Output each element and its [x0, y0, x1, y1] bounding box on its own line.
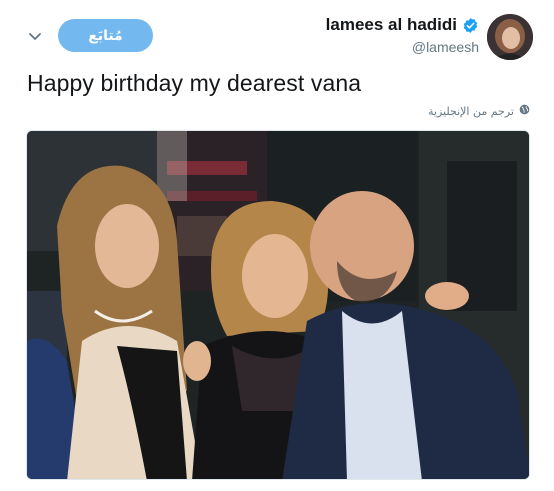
- display-name[interactable]: lamees al hadidi: [326, 15, 457, 35]
- tweet-text: Happy birthday my dearest vana: [27, 70, 362, 96]
- translate-link[interactable]: ترجم من الإنجليزية: [428, 104, 530, 118]
- user-names[interactable]: lamees al hadidi @lameesh: [326, 15, 479, 55]
- following-button[interactable]: مُتابَع: [58, 19, 153, 52]
- globe-icon: [519, 104, 530, 118]
- verified-badge-icon: [462, 17, 479, 34]
- tweet-card: مُتابَع lamees al hadidi @lameesh Happy …: [0, 0, 554, 491]
- tweet-header: مُتابَع lamees al hadidi @lameesh: [0, 0, 554, 64]
- user-handle[interactable]: @lameesh: [326, 39, 479, 55]
- tweet-photo[interactable]: [26, 130, 530, 480]
- translate-label[interactable]: ترجم من الإنجليزية: [428, 105, 514, 118]
- avatar[interactable]: [487, 14, 533, 60]
- chevron-down-icon[interactable]: [24, 26, 46, 48]
